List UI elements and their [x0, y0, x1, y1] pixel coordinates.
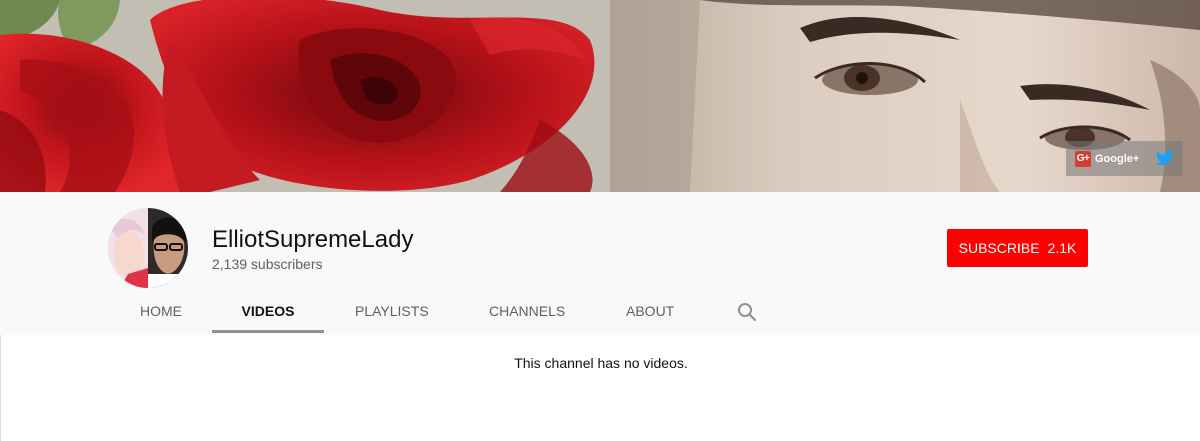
tab-about[interactable]: ABOUT [626, 288, 675, 335]
google-plus-icon: G+ [1075, 150, 1091, 167]
channel-header: ElliotSupremeLady 2,139 subscribers SUBS… [0, 192, 1200, 335]
channel-avatar[interactable] [108, 208, 188, 288]
tab-channels[interactable]: CHANNELS [489, 288, 566, 335]
tab-label: HOME [140, 303, 182, 319]
twitter-link[interactable] [1156, 150, 1174, 166]
tab-label: CHANNELS [489, 303, 566, 319]
channel-name: ElliotSupremeLady [212, 226, 414, 253]
google-plus-label: Google+ [1095, 152, 1140, 165]
active-tab-indicator [212, 330, 324, 333]
channel-banner: G+ Google+ [0, 0, 1200, 192]
tab-home[interactable]: HOME [140, 288, 182, 335]
tab-label: VIDEOS [241, 303, 295, 319]
channel-tabs: HOME VIDEOS PLAYLISTS CHANNELS ABOUT [0, 288, 1200, 335]
subscriber-count: 2,139 subscribers [212, 256, 323, 272]
search-icon [738, 303, 757, 322]
google-plus-link[interactable]: G+ Google+ [1066, 141, 1139, 176]
videos-content: This channel has no videos. [0, 335, 1200, 441]
tab-label: PLAYLISTS [355, 303, 429, 319]
tab-label: ABOUT [626, 303, 675, 319]
subscribe-button[interactable]: SUBSCRIBE 2.1K [947, 229, 1088, 267]
twitter-icon [1156, 150, 1174, 166]
banner-artwork [0, 0, 1200, 192]
tab-videos[interactable]: VIDEOS [212, 288, 324, 335]
empty-videos-message: This channel has no videos. [514, 355, 688, 371]
subscribe-label: SUBSCRIBE [958, 240, 1040, 256]
subscribe-count: 2.1K [1047, 240, 1077, 256]
tab-playlists[interactable]: PLAYLISTS [355, 288, 429, 335]
social-links: G+ Google+ [1066, 141, 1183, 176]
channel-page: G+ Google+ ElliotSupremeLady 2,139 subsc… [0, 0, 1200, 441]
avatar-image [108, 208, 188, 288]
channel-search-button[interactable] [737, 302, 757, 322]
